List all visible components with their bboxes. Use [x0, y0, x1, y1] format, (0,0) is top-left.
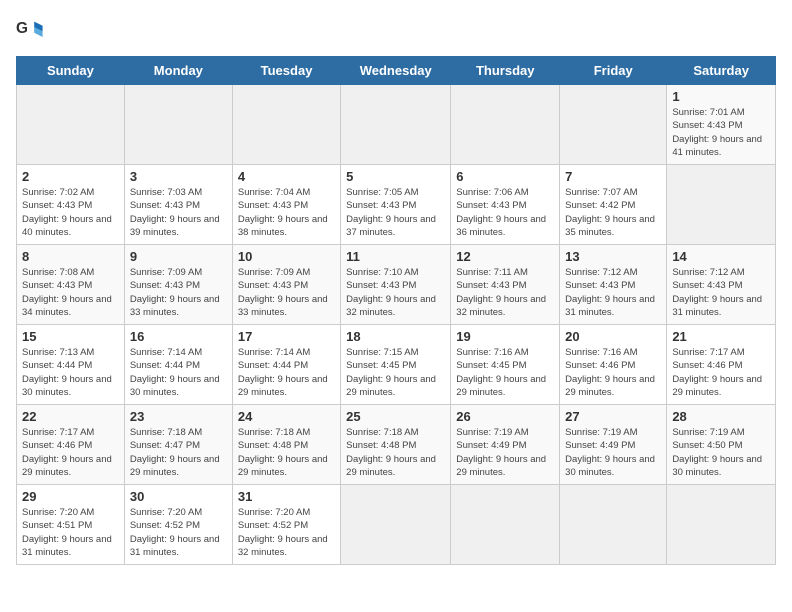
- header-tuesday: Tuesday: [232, 57, 340, 85]
- logo: G: [16, 16, 48, 44]
- day-20: 20Sunrise: 7:16 AMSunset: 4:46 PMDayligh…: [560, 325, 667, 405]
- header-monday: Monday: [124, 57, 232, 85]
- day-25: 25Sunrise: 7:18 AMSunset: 4:48 PMDayligh…: [341, 405, 451, 485]
- empty-cell: [451, 85, 560, 165]
- day-17: 17Sunrise: 7:14 AMSunset: 4:44 PMDayligh…: [232, 325, 340, 405]
- day-26: 26Sunrise: 7:19 AMSunset: 4:49 PMDayligh…: [451, 405, 560, 485]
- calendar-body: 1Sunrise: 7:01 AMSunset: 4:43 PMDaylight…: [17, 85, 776, 565]
- day-18: 18Sunrise: 7:15 AMSunset: 4:45 PMDayligh…: [341, 325, 451, 405]
- svg-text:G: G: [16, 20, 28, 37]
- day-6: 6Sunrise: 7:06 AMSunset: 4:43 PMDaylight…: [451, 165, 560, 245]
- day-24: 24Sunrise: 7:18 AMSunset: 4:48 PMDayligh…: [232, 405, 340, 485]
- day-30: 30Sunrise: 7:20 AMSunset: 4:52 PMDayligh…: [124, 485, 232, 565]
- empty-cell: [17, 85, 125, 165]
- header-sunday: Sunday: [17, 57, 125, 85]
- day-2: 2Sunrise: 7:02 AMSunset: 4:43 PMDaylight…: [17, 165, 125, 245]
- empty-cell: [560, 485, 667, 565]
- day-21: 21Sunrise: 7:17 AMSunset: 4:46 PMDayligh…: [667, 325, 776, 405]
- day-3: 3Sunrise: 7:03 AMSunset: 4:43 PMDaylight…: [124, 165, 232, 245]
- day-31: 31Sunrise: 7:20 AMSunset: 4:52 PMDayligh…: [232, 485, 340, 565]
- day-10: 10Sunrise: 7:09 AMSunset: 4:43 PMDayligh…: [232, 245, 340, 325]
- day-1: 1Sunrise: 7:01 AMSunset: 4:43 PMDaylight…: [667, 85, 776, 165]
- day-12: 12Sunrise: 7:11 AMSunset: 4:43 PMDayligh…: [451, 245, 560, 325]
- day-4: 4Sunrise: 7:04 AMSunset: 4:43 PMDaylight…: [232, 165, 340, 245]
- empty-cell: [560, 85, 667, 165]
- day-19: 19Sunrise: 7:16 AMSunset: 4:45 PMDayligh…: [451, 325, 560, 405]
- calendar-table: SundayMondayTuesdayWednesdayThursdayFrid…: [16, 56, 776, 565]
- empty-cell: [341, 85, 451, 165]
- page-header: G: [16, 16, 776, 44]
- header-wednesday: Wednesday: [341, 57, 451, 85]
- day-13: 13Sunrise: 7:12 AMSunset: 4:43 PMDayligh…: [560, 245, 667, 325]
- day-28: 28Sunrise: 7:19 AMSunset: 4:50 PMDayligh…: [667, 405, 776, 485]
- day-23: 23Sunrise: 7:18 AMSunset: 4:47 PMDayligh…: [124, 405, 232, 485]
- logo-icon: G: [16, 16, 44, 44]
- day-7: 7Sunrise: 7:07 AMSunset: 4:42 PMDaylight…: [560, 165, 667, 245]
- day-11: 11Sunrise: 7:10 AMSunset: 4:43 PMDayligh…: [341, 245, 451, 325]
- day-16: 16Sunrise: 7:14 AMSunset: 4:44 PMDayligh…: [124, 325, 232, 405]
- day-29: 29Sunrise: 7:20 AMSunset: 4:51 PMDayligh…: [17, 485, 125, 565]
- empty-cell: [124, 85, 232, 165]
- day-27: 27Sunrise: 7:19 AMSunset: 4:49 PMDayligh…: [560, 405, 667, 485]
- empty-cell: [341, 485, 451, 565]
- header-friday: Friday: [560, 57, 667, 85]
- header-saturday: Saturday: [667, 57, 776, 85]
- day-8: 8Sunrise: 7:08 AMSunset: 4:43 PMDaylight…: [17, 245, 125, 325]
- empty-cell: [667, 485, 776, 565]
- day-14: 14Sunrise: 7:12 AMSunset: 4:43 PMDayligh…: [667, 245, 776, 325]
- header-thursday: Thursday: [451, 57, 560, 85]
- day-22: 22Sunrise: 7:17 AMSunset: 4:46 PMDayligh…: [17, 405, 125, 485]
- day-15: 15Sunrise: 7:13 AMSunset: 4:44 PMDayligh…: [17, 325, 125, 405]
- calendar-header: SundayMondayTuesdayWednesdayThursdayFrid…: [17, 57, 776, 85]
- empty-cell: [232, 85, 340, 165]
- day-5: 5Sunrise: 7:05 AMSunset: 4:43 PMDaylight…: [341, 165, 451, 245]
- day-9: 9Sunrise: 7:09 AMSunset: 4:43 PMDaylight…: [124, 245, 232, 325]
- empty-cell: [451, 485, 560, 565]
- empty-cell: [667, 165, 776, 245]
